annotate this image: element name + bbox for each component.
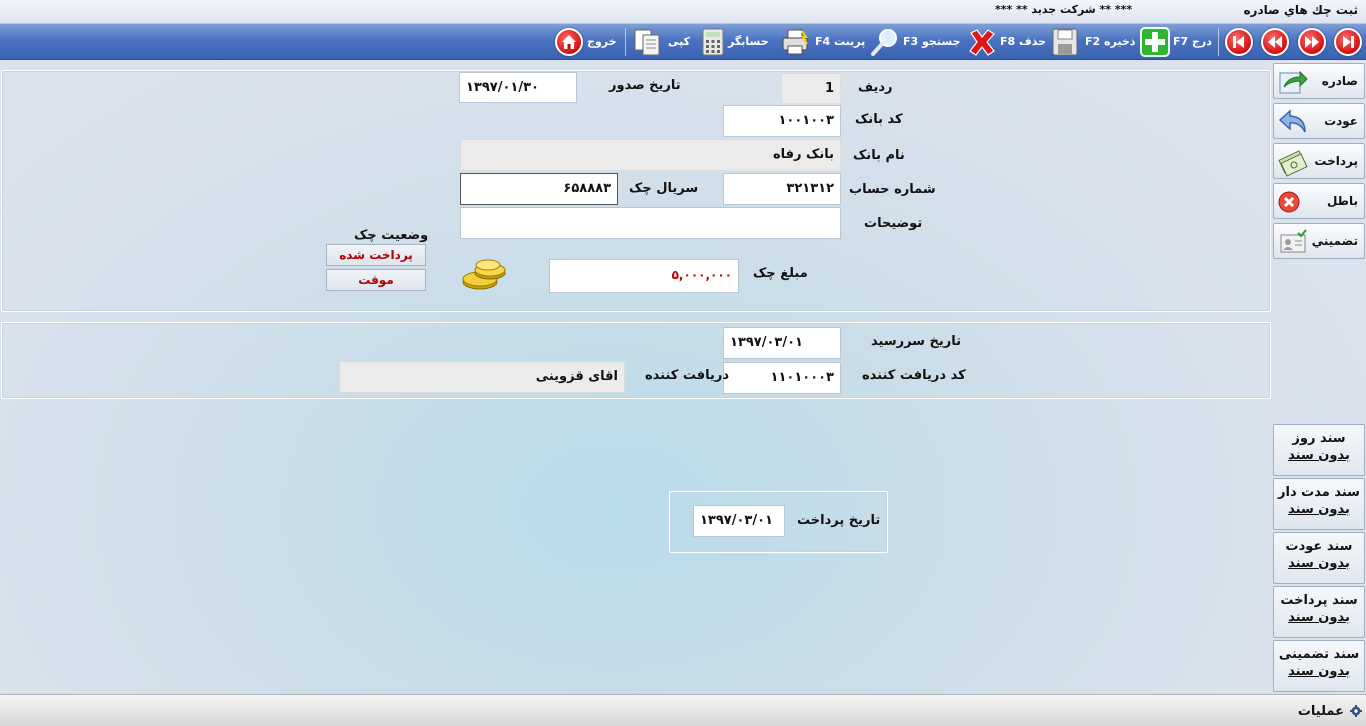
issued-button[interactable]: صادره	[1273, 63, 1365, 99]
next-record-icon[interactable]	[1298, 28, 1326, 56]
save-button[interactable]: ذخيره F2	[1085, 35, 1135, 48]
check-serial-label: سريال چک	[629, 181, 699, 196]
operations-button[interactable]: عمليات	[1298, 704, 1344, 719]
term-document-status[interactable]: بدون سند	[1288, 502, 1350, 517]
payment-date-field[interactable]: ۱۳۹۷/۰۳/۰۱	[693, 505, 785, 537]
issued-arrow-icon	[1278, 67, 1308, 97]
check-serial-field[interactable]: ۶۵۸۸۸۳	[460, 173, 618, 205]
check-amount-field[interactable]: ۵,۰۰۰,۰۰۰	[549, 259, 739, 293]
payment-document-status[interactable]: بدون سند	[1288, 610, 1350, 625]
account-number-field[interactable]: ۳۲۱۳۱۲	[723, 173, 841, 205]
row-label: رديف	[858, 80, 893, 95]
payment-document-box[interactable]: سند پرداخت بدون سند	[1273, 586, 1365, 638]
payment-date-label: تاريخ پرداخت	[797, 513, 881, 528]
returned-label: عودت	[1324, 114, 1358, 128]
money-icon	[1278, 147, 1308, 177]
account-number-label: شماره حساب	[849, 182, 936, 197]
first-record-icon[interactable]	[1225, 28, 1253, 56]
window-title: ثبت چك هاي صادره	[1243, 3, 1358, 17]
insert-button[interactable]: درج F7	[1173, 35, 1212, 48]
daily-document-status[interactable]: بدون سند	[1288, 448, 1350, 463]
daily-document-box[interactable]: سند روز بدون سند	[1273, 424, 1365, 476]
calculator-button[interactable]: حسابگر	[728, 35, 769, 48]
toolbar: درج F7 ذخيره F2 حذف F8 جستجو F3 پرينت F4…	[0, 24, 1366, 60]
id-card-icon	[1278, 227, 1308, 257]
due-panel	[1, 322, 1271, 399]
copy-icon[interactable]	[632, 27, 662, 57]
return-document-status[interactable]: بدون سند	[1288, 556, 1350, 571]
return-document-title: سند عودت	[1285, 539, 1353, 554]
delete-button[interactable]: حذف F8	[1000, 35, 1046, 48]
returned-button[interactable]: عودت	[1273, 103, 1365, 139]
receiver-label: دريافت کننده	[645, 368, 730, 383]
issued-label: صادره	[1321, 74, 1358, 88]
floppy-disk-icon[interactable]	[1050, 27, 1080, 57]
calculator-icon[interactable]	[698, 27, 728, 57]
return-document-box[interactable]: سند عودت بدون سند	[1273, 532, 1365, 584]
bank-name-label: نام بانک	[853, 148, 905, 163]
printer-icon[interactable]	[780, 27, 810, 57]
payment-button[interactable]: پرداخت	[1273, 143, 1365, 179]
term-document-box[interactable]: سند مدت دار بدون سند	[1273, 478, 1365, 530]
bank-code-label: کد بانک	[855, 112, 903, 127]
toolbar-separator	[1218, 28, 1219, 56]
search-button[interactable]: جستجو F3	[903, 35, 960, 48]
bank-code-field[interactable]: ۱۰۰۱۰۰۳	[723, 105, 841, 137]
description-field[interactable]	[460, 207, 841, 239]
receiver-code-label: کد دريافت کننده	[862, 368, 966, 383]
delete-x-icon[interactable]	[967, 27, 997, 57]
bottom-bar: عمليات	[0, 694, 1366, 726]
guarantee-label: تضميني	[1311, 234, 1358, 248]
void-label: باطل	[1326, 194, 1358, 208]
payment-label: پرداخت	[1314, 154, 1358, 168]
return-arrow-icon	[1278, 107, 1308, 137]
print-button[interactable]: پرينت F4	[815, 35, 865, 48]
check-amount-label: مبلغ چک	[753, 266, 808, 281]
guarantee-button[interactable]: تضميني	[1273, 223, 1365, 259]
payment-document-title: سند پرداخت	[1280, 593, 1358, 608]
add-icon[interactable]	[1140, 27, 1170, 57]
description-label: توضيحات	[864, 216, 923, 231]
issue-date-label: تاريخ صدور	[609, 78, 681, 93]
gear-icon[interactable]	[1350, 705, 1362, 717]
company-name: *** ** شرکت جديد ** ***	[995, 3, 1133, 16]
term-document-title: سند مدت دار	[1278, 485, 1360, 500]
receiver-name-field: اقای قزوينی	[339, 361, 625, 393]
exit-button[interactable]: خروج	[587, 35, 617, 48]
row-field: 1	[781, 73, 841, 104]
due-date-label: تاريخ سررسيد	[871, 334, 961, 349]
status-paid-badge: پرداخت شده	[326, 244, 426, 266]
coins-icon	[460, 258, 510, 292]
copy-button[interactable]: کپی	[668, 35, 690, 48]
last-record-icon[interactable]	[1334, 28, 1362, 56]
check-status-label: وضعيت چک	[354, 228, 429, 243]
issue-date-field[interactable]: ۱۳۹۷/۰۱/۳۰	[459, 72, 577, 103]
guarantee-document-status[interactable]: بدون سند	[1288, 664, 1350, 679]
due-date-field[interactable]: ۱۳۹۷/۰۳/۰۱	[723, 327, 841, 359]
void-button[interactable]: باطل	[1273, 183, 1365, 219]
guarantee-document-title: سند تضمينی	[1278, 647, 1360, 662]
bank-name-field: بانک رفاه	[460, 139, 841, 171]
toolbar-separator	[625, 28, 626, 56]
cancel-icon	[1278, 187, 1308, 217]
magnifier-icon[interactable]	[870, 27, 900, 57]
daily-document-title: سند روز	[1292, 431, 1346, 446]
title-bar: ثبت چك هاي صادره *** ** شرکت جديد ** ***	[0, 0, 1366, 24]
status-temporary-badge: موقت	[326, 269, 426, 291]
home-icon[interactable]	[555, 28, 583, 56]
previous-record-icon[interactable]	[1261, 28, 1289, 56]
guarantee-document-box[interactable]: سند تضمينی بدون سند	[1273, 640, 1365, 692]
receiver-code-field[interactable]: ۱۱۰۱۰۰۰۳	[723, 362, 841, 394]
